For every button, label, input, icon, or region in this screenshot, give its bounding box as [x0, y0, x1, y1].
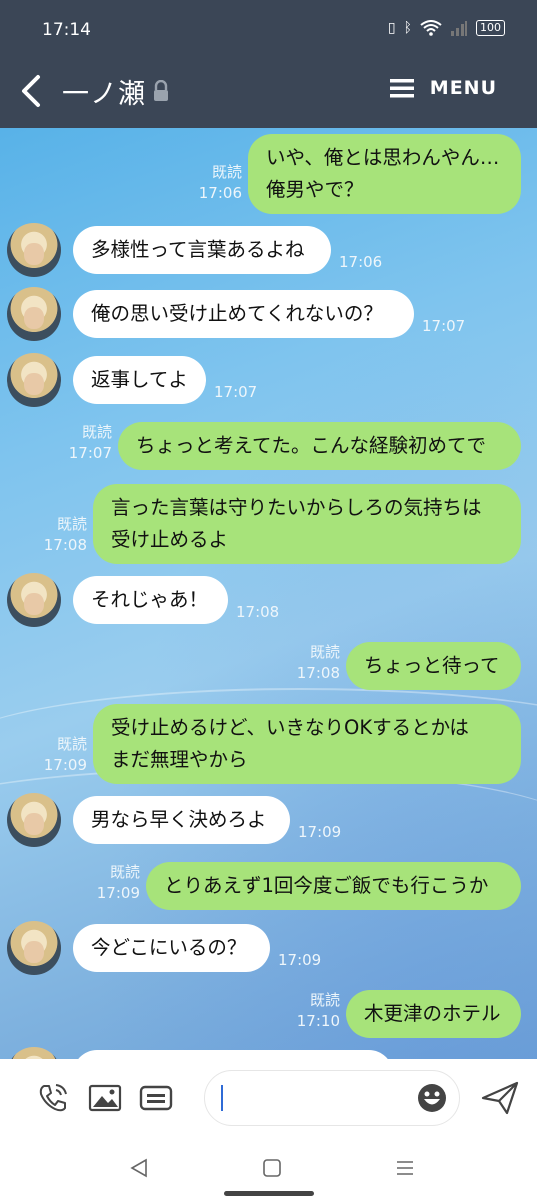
back-icon[interactable]: [14, 69, 54, 113]
message-time: 17:06: [339, 253, 383, 271]
message-time: 17:10: [296, 1012, 340, 1030]
read-receipt: 既読: [211, 163, 242, 181]
message-text: まだ無理やから: [111, 748, 248, 771]
message-meta: 17:08: [236, 602, 279, 623]
message-text: ちょっと考えてた。こんな経験初めてで: [136, 434, 487, 457]
vibrate-icon: ▯: [387, 20, 396, 36]
recents-nav-icon[interactable]: [394, 1157, 416, 1179]
message-text: とりあえず1回今度ご飯でも行こうか: [164, 874, 489, 897]
incoming-message[interactable]: 多様性って言葉あるよね: [73, 226, 331, 274]
message-meta: 既読 17:09: [97, 862, 140, 904]
message-time: 17:09: [43, 756, 87, 774]
read-receipt: 既読: [56, 735, 87, 753]
message-time: 17:07: [68, 444, 112, 462]
status-bar: 17:14 ▯ ᛒ 100: [0, 0, 537, 55]
image-icon[interactable]: [88, 1081, 122, 1115]
chat-header: 一ノ瀬 MENU: [0, 55, 537, 128]
message-text: 俺の思い受け止めてくれないの？: [91, 302, 383, 325]
message-meta: 17:09: [298, 822, 341, 843]
message-time: 17:08: [236, 603, 280, 621]
status-time: 17:14: [42, 20, 91, 40]
message-text: 木更津のホテル: [364, 1002, 501, 1025]
message-text: 俺男やで？: [266, 178, 364, 201]
message-text: 多様性って言葉あるよね: [91, 238, 305, 261]
avatar[interactable]: [7, 921, 61, 975]
message-text: 今どこにいるの？: [91, 936, 247, 959]
message-meta: 既読 17:08: [297, 642, 340, 684]
signal-icon: [451, 21, 467, 36]
outgoing-message[interactable]: ちょっと考えてた。こんな経験初めてで: [118, 422, 521, 470]
message-meta: 既読 17:06: [199, 162, 242, 204]
message-time: 17:07: [214, 383, 258, 401]
message-meta: 既読 17:09: [44, 734, 87, 776]
outgoing-message[interactable]: とりあえず1回今度ご飯でも行こうか: [146, 862, 521, 910]
message-text: ちょっと待って: [364, 654, 500, 677]
menu-button[interactable]: MENU: [389, 77, 497, 99]
message-input[interactable]: [204, 1070, 460, 1126]
incoming-message[interactable]: 今どこにいるの？: [73, 924, 270, 972]
message-text: 返事してよ: [91, 368, 188, 391]
outgoing-message[interactable]: いや、俺とは思わんやん… 俺男やで？: [248, 134, 521, 214]
message-time: 17:08: [43, 536, 87, 554]
status-icons: ▯ ᛒ 100: [388, 20, 505, 36]
message-text: それじゃあ！: [91, 588, 209, 611]
battery-icon: 100: [476, 20, 505, 36]
read-receipt: 既読: [309, 991, 340, 1009]
read-receipt: 既読: [309, 643, 340, 661]
chat-title[interactable]: 一ノ瀬: [62, 72, 146, 111]
incoming-message[interactable]: それじゃあ！: [73, 576, 228, 624]
message-meta: 17:06: [339, 252, 382, 273]
incoming-message[interactable]: 返事してよ: [73, 356, 206, 404]
read-receipt: 既読: [56, 515, 87, 533]
home-nav-icon[interactable]: [261, 1157, 283, 1179]
avatar[interactable]: [7, 287, 61, 341]
avatar[interactable]: [7, 793, 61, 847]
incoming-message[interactable]: 俺の思い受け止めてくれないの？: [73, 290, 414, 338]
read-receipt: 既読: [81, 423, 112, 441]
message-text: 男なら早く決めろよ: [91, 808, 267, 831]
message-meta: 17:09: [278, 950, 321, 971]
bluetooth-icon: ᛒ: [403, 20, 412, 36]
message-time: 17:06: [198, 184, 242, 202]
chat-area[interactable]: いや、俺とは思わんやん… 俺男やで？ 既読 17:06 多様性って言葉あるよね 17:06…: [0, 128, 537, 1059]
message-text: 言った言葉は守りたいからしろの気持ちは: [111, 496, 482, 519]
outgoing-message[interactable]: 言った言葉は守りたいからしろの気持ちは 受け止めるよ: [93, 484, 521, 564]
keyboard-icon[interactable]: [139, 1081, 173, 1115]
message-meta: 既読 17:07: [69, 422, 112, 464]
message-text: 受け止めるけど、いきなりOKするとかは: [111, 716, 469, 739]
message-meta: 17:07: [422, 316, 465, 337]
message-time: 17:09: [96, 884, 140, 902]
composer-bar: [0, 1059, 537, 1139]
message-time: 17:07: [422, 317, 466, 335]
hamburger-icon: [389, 79, 414, 98]
avatar[interactable]: [7, 573, 61, 627]
message-text: いや、俺とは思わんやん…: [266, 146, 500, 169]
avatar[interactable]: [7, 353, 61, 407]
avatar[interactable]: [7, 223, 61, 277]
send-icon[interactable]: [480, 1078, 520, 1118]
outgoing-message[interactable]: 木更津のホテル: [346, 990, 521, 1038]
incoming-message-partial[interactable]: [73, 1050, 393, 1059]
avatar[interactable]: [7, 1047, 61, 1059]
emoji-icon[interactable]: [417, 1083, 447, 1113]
text-caret: [221, 1085, 223, 1111]
message-time: 17:08: [296, 664, 340, 682]
wifi-icon: [420, 20, 442, 36]
read-receipt: 既読: [109, 863, 140, 881]
system-nav-bar: [0, 1139, 537, 1199]
back-nav-icon[interactable]: [128, 1157, 150, 1179]
outgoing-message[interactable]: 受け止めるけど、いきなりOKするとかは まだ無理やから: [93, 704, 521, 784]
message-time: 17:09: [278, 951, 322, 969]
outgoing-message[interactable]: ちょっと待って: [346, 642, 521, 690]
lock-icon: [154, 80, 168, 101]
menu-label: MENU: [429, 77, 497, 99]
message-time: 17:09: [298, 823, 342, 841]
incoming-message[interactable]: 男なら早く決めろよ: [73, 796, 290, 844]
message-text: 受け止めるよ: [111, 528, 229, 551]
phone-icon[interactable]: [36, 1081, 70, 1115]
message-meta: 既読 17:08: [44, 514, 87, 556]
message-meta: 17:07: [214, 382, 257, 403]
home-indicator: [224, 1191, 314, 1196]
message-meta: 既読 17:10: [297, 990, 340, 1032]
